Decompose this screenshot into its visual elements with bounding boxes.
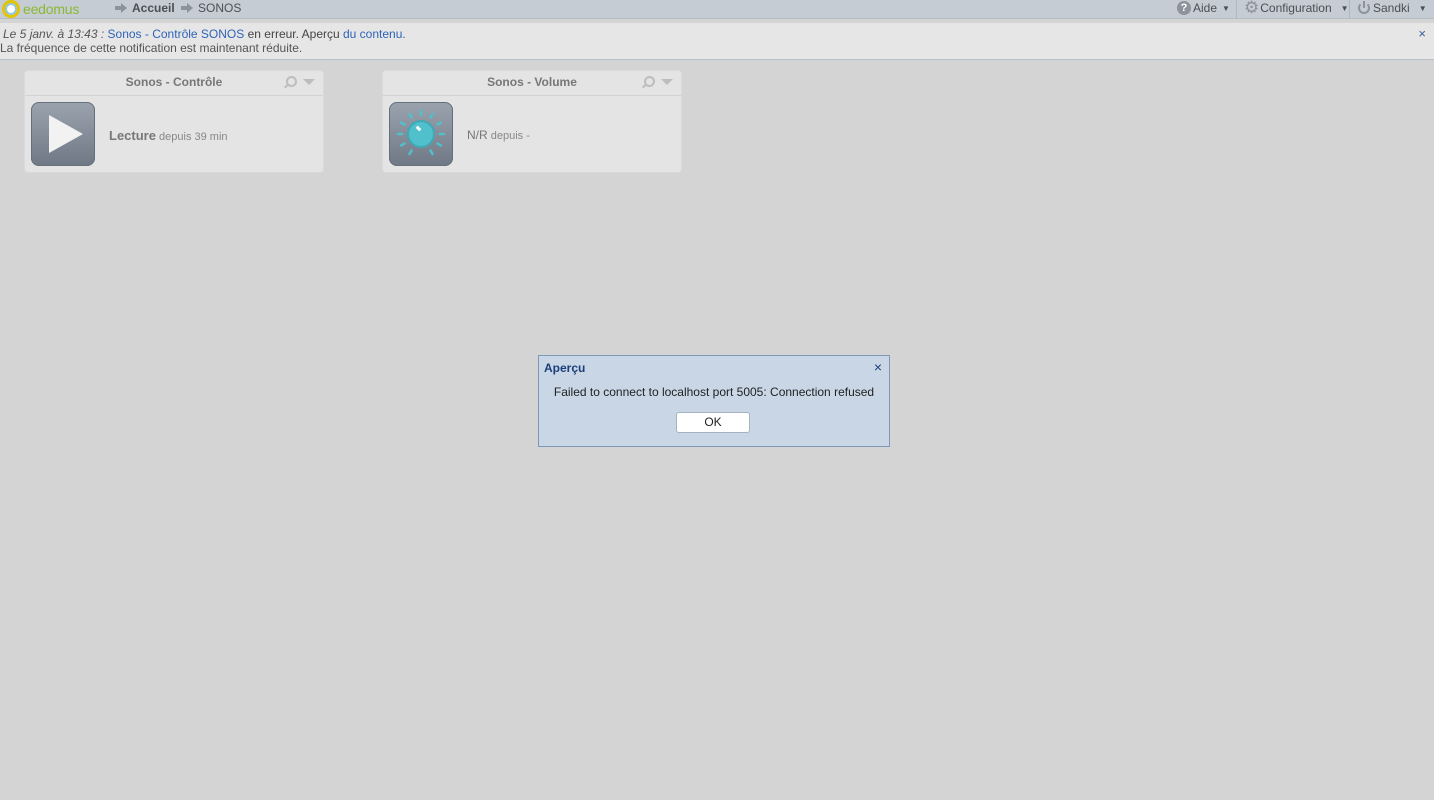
- top-bar: eedomus Accueil SONOS ? Aide ▼ ⚙ Configu…: [0, 0, 1434, 19]
- dropdown-arrow-icon[interactable]: [661, 78, 673, 85]
- dropdown-arrow-icon[interactable]: [303, 78, 315, 85]
- caret-down-icon: ▼: [1418, 3, 1427, 13]
- caret-down-icon: ▼: [1222, 3, 1230, 13]
- close-icon[interactable]: ×: [1418, 27, 1426, 41]
- notification-line-2: La fréquence de cette notification est m…: [0, 41, 303, 55]
- close-icon[interactable]: ×: [874, 359, 882, 375]
- widget-sonos-volume: Sonos - Volume N/R depuis -: [382, 70, 682, 173]
- menu-divider: [1349, 0, 1350, 18]
- help-menu-label: Aide: [1193, 1, 1218, 15]
- widget-sonos-controle: Sonos - Contrôle Lecture depuis 39 min: [24, 70, 324, 173]
- notification-banner: Le 5 janv. à 13:43 : Sonos - Contrôle SO…: [0, 23, 1434, 60]
- widget-status: N/R depuis -: [467, 128, 530, 142]
- widget-tools: [286, 76, 315, 87]
- gear-icon: ⚙: [1244, 0, 1260, 17]
- ok-button[interactable]: OK: [676, 412, 750, 433]
- play-button[interactable]: [31, 102, 95, 166]
- configuration-menu-label: Configuration: [1260, 1, 1332, 15]
- menu-divider: [1236, 0, 1237, 18]
- power-icon: [1358, 1, 1370, 14]
- breadcrumb-home-label: Accueil: [132, 1, 175, 15]
- knob-indicator: [415, 125, 422, 132]
- eedomus-logo[interactable]: eedomus: [2, 0, 79, 18]
- widget-header: Sonos - Volume: [383, 71, 681, 96]
- widget-value: Lecture: [109, 128, 156, 143]
- dialog-title: Aperçu: [544, 361, 586, 375]
- content-preview-link[interactable]: du contenu.: [343, 27, 406, 41]
- knob-face: [407, 120, 435, 148]
- breadcrumb-home[interactable]: Accueil: [115, 1, 175, 15]
- volume-button[interactable]: [389, 102, 453, 166]
- magnifier-icon[interactable]: [644, 76, 655, 87]
- help-menu[interactable]: ? Aide ▼: [1177, 1, 1230, 15]
- notification-text: en erreur. Aperçu: [244, 27, 343, 41]
- help-icon: ?: [1177, 1, 1191, 15]
- arrow-right-icon: [181, 3, 193, 13]
- notification-timestamp: Le 5 janv. à 13:43 :: [3, 27, 105, 41]
- notification-line-1: Le 5 janv. à 13:43 : Sonos - Contrôle SO…: [3, 27, 406, 41]
- widget-title: Sonos - Contrôle: [125, 75, 223, 89]
- configuration-menu[interactable]: ⚙ Configuration ▼: [1244, 0, 1349, 17]
- logo-ring-icon: [2, 0, 20, 18]
- dialog-message: Failed to connect to localhost port 5005…: [553, 385, 875, 399]
- preview-dialog: Aperçu × Failed to connect to localhost …: [538, 355, 890, 447]
- play-icon: [49, 115, 83, 153]
- logo-text: eedomus: [23, 0, 80, 17]
- user-menu-label: Sandki: [1373, 1, 1410, 15]
- breadcrumb-sonos[interactable]: SONOS: [181, 1, 241, 15]
- user-menu[interactable]: Sandki ▼: [1358, 1, 1427, 15]
- magnifier-icon[interactable]: [286, 76, 297, 87]
- breadcrumb-sonos-label: SONOS: [198, 1, 242, 15]
- widget-header: Sonos - Contrôle: [25, 71, 323, 96]
- widget-tools: [644, 76, 673, 87]
- widget-status: Lecture depuis 39 min: [109, 128, 228, 143]
- caret-down-icon: ▼: [1340, 3, 1349, 13]
- widget-since: depuis 39 min: [159, 131, 228, 143]
- widget-value: N/R: [467, 128, 488, 142]
- device-link[interactable]: Sonos - Contrôle SONOS: [108, 27, 245, 41]
- widget-title: Sonos - Volume: [487, 75, 577, 89]
- arrow-right-icon: [115, 3, 127, 13]
- widget-since: depuis -: [490, 130, 530, 142]
